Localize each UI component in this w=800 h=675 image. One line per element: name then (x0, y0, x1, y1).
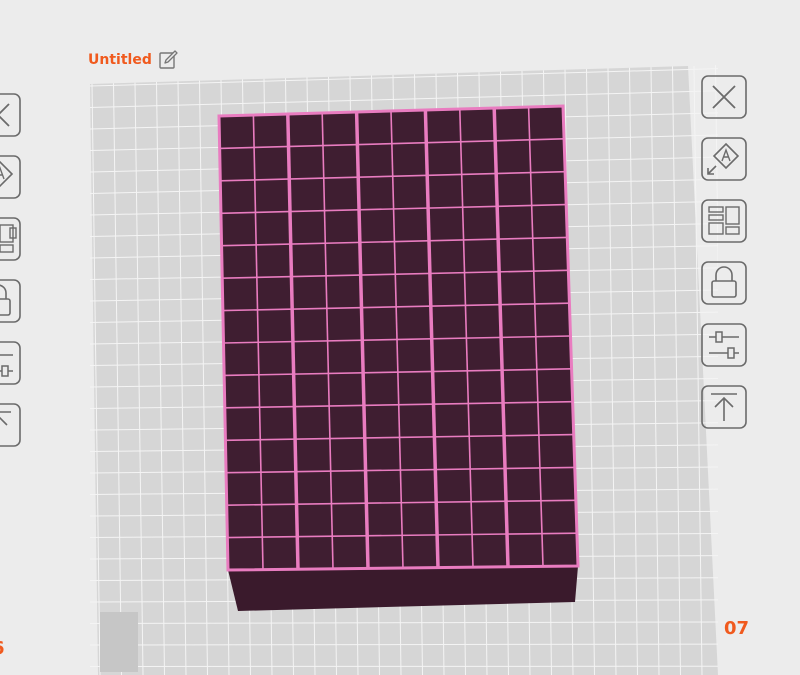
adjust-button-left[interactable] (0, 340, 22, 386)
page-indicator-right[interactable]: 07 (724, 618, 749, 639)
lock-button[interactable] (700, 260, 748, 306)
auto-arrange-button-left[interactable] (0, 154, 22, 200)
auto-arrange-icon (0, 155, 21, 199)
page-indicator-left[interactable]: 6 (0, 638, 5, 659)
sliders-icon (701, 323, 747, 367)
close-icon (0, 93, 21, 137)
close-icon (701, 75, 747, 119)
layout-button-left[interactable] (0, 216, 22, 262)
sliders-icon (0, 341, 21, 385)
close-button[interactable] (700, 74, 748, 120)
layout-button[interactable] (700, 198, 748, 244)
auto-arrange-button[interactable] (700, 136, 748, 182)
build-plate-canvas (89, 65, 718, 675)
move-to-top-button[interactable] (700, 384, 748, 430)
auto-arrange-icon (701, 137, 747, 181)
toolbar-left (0, 92, 22, 448)
organizer-model (217, 104, 580, 611)
toolbar-right (700, 74, 748, 430)
plate-corner-marker (100, 612, 138, 672)
lock-icon (0, 279, 21, 323)
move-to-top-button-left[interactable] (0, 402, 22, 448)
adjust-button[interactable] (700, 322, 748, 368)
close-button-left[interactable] (0, 92, 22, 138)
lock-icon (701, 261, 747, 305)
arrow-up-to-line-icon (0, 403, 21, 447)
layout-icon (701, 199, 747, 243)
layout-icon (0, 217, 21, 261)
build-plate[interactable] (88, 64, 718, 675)
arrow-up-to-line-icon (701, 385, 747, 429)
lock-button-left[interactable] (0, 278, 22, 324)
